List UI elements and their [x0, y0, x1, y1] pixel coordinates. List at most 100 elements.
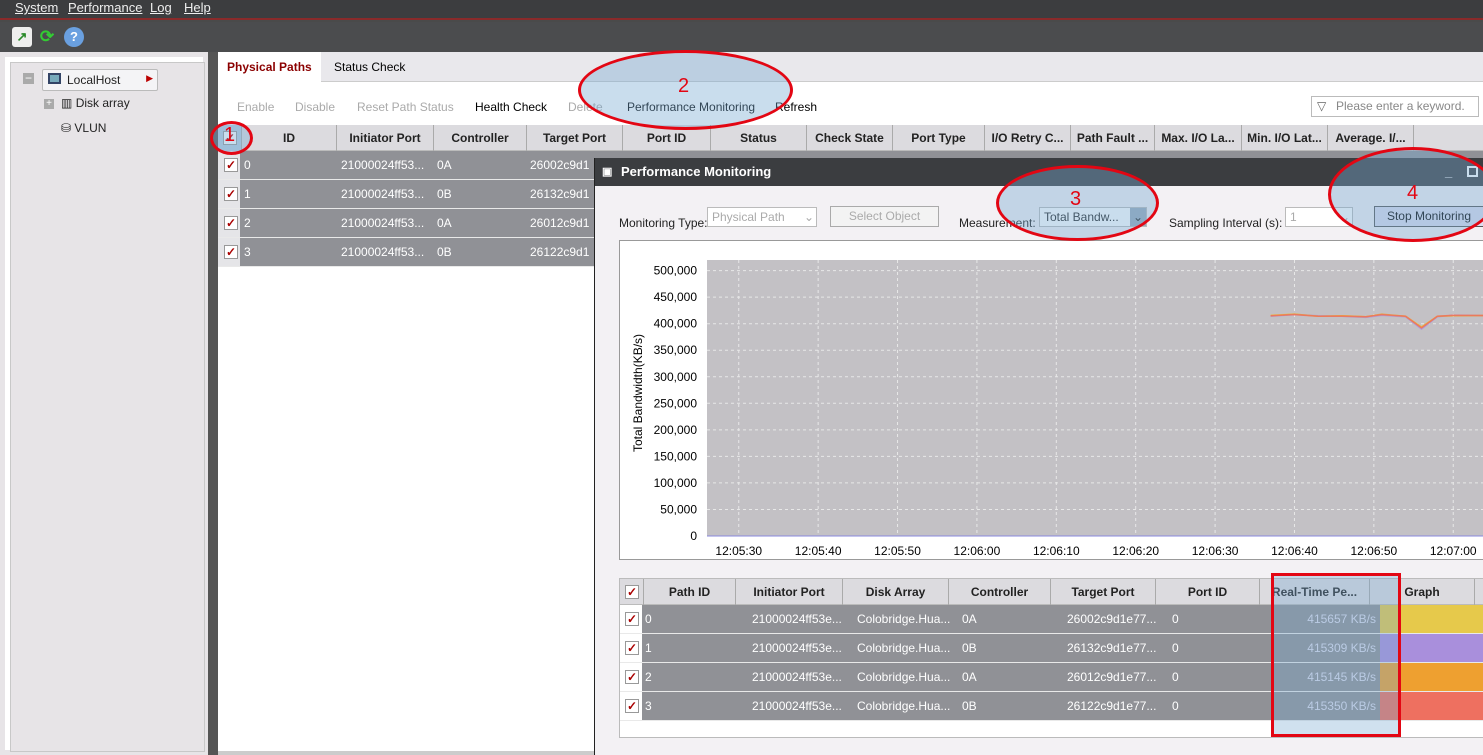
column-header[interactable]: ID	[242, 125, 337, 151]
y-tick-label: 0	[690, 529, 697, 543]
arrow-right-icon[interactable]: ▶	[146, 73, 153, 84]
tree-node-vlun[interactable]: ⛁ VLUN	[61, 121, 106, 135]
y-tick-label: 100,000	[654, 476, 698, 490]
menu-log[interactable]: Log	[150, 0, 172, 15]
column-header[interactable]: Initiator Port	[337, 125, 434, 151]
annotation-3: 3	[1070, 188, 1082, 210]
y-tick-label: 250,000	[654, 396, 698, 410]
column-header[interactable]: Initiator Port	[736, 579, 843, 605]
minimize-icon[interactable]: _	[1445, 158, 1452, 186]
table-cell: 26002c9d1	[530, 158, 590, 172]
row-checkbox[interactable]: ✓	[224, 187, 238, 201]
delete-button[interactable]: Delete	[568, 100, 603, 114]
column-header[interactable]: Min. I/O Lat...	[1242, 125, 1328, 151]
row-checkbox[interactable]: ✓	[224, 158, 238, 172]
row-checkbox-cell: ✓	[218, 180, 240, 208]
table-cell: Colobridge.Hua...	[857, 670, 951, 684]
column-header[interactable]: Port Type	[893, 125, 985, 151]
column-header[interactable]: I/O Retry C...	[985, 125, 1071, 151]
enable-button[interactable]: Enable	[237, 100, 274, 114]
table-cell: 26132c9d1e77...	[1067, 641, 1157, 655]
toolbar: ↗ ⟳ ?	[0, 22, 1483, 52]
annotation-4: 4	[1407, 182, 1419, 204]
table-cell: Colobridge.Hua...	[857, 699, 951, 713]
table-cell: 0A	[962, 612, 977, 626]
table-cell: 21000024ff53...	[341, 245, 425, 259]
menu-system[interactable]: System	[15, 0, 58, 15]
panel-splitter[interactable]	[208, 52, 218, 755]
sampling-interval-label: Sampling Interval (s):	[1169, 216, 1283, 230]
menu-help[interactable]: Help	[184, 0, 211, 15]
help-icon[interactable]: ?	[64, 27, 84, 47]
refresh-button[interactable]: Refresh	[775, 100, 817, 114]
tab-status-check[interactable]: Status Check	[325, 52, 414, 82]
row-checkbox[interactable]: ✓	[625, 641, 639, 655]
table-cell: 21000024ff53e...	[752, 670, 842, 684]
column-header[interactable]: Disk Array	[843, 579, 949, 605]
performance-chart-icon[interactable]: ↗	[12, 27, 32, 47]
table-cell: 0	[244, 158, 251, 172]
column-header[interactable]: Max. I/O La...	[1155, 125, 1242, 151]
x-tick-label: 12:07:00	[1430, 544, 1477, 558]
column-header[interactable]: Check State	[807, 125, 893, 151]
row-checkbox[interactable]: ✓	[224, 245, 238, 259]
menu-bar: System Performance Log Help	[0, 0, 1483, 20]
x-tick-label: 12:05:50	[874, 544, 921, 558]
tree-node-label: Disk array	[75, 96, 130, 110]
performance-monitoring-button[interactable]: Performance Monitoring	[627, 100, 755, 114]
column-header[interactable]: Target Port	[527, 125, 623, 151]
column-header[interactable]: Target Port	[1051, 579, 1156, 605]
refresh-icon[interactable]: ⟳	[37, 27, 57, 47]
reset-path-status-button[interactable]: Reset Path Status	[357, 100, 454, 114]
table-cell: 0	[1172, 641, 1179, 655]
column-header[interactable]: Controller	[434, 125, 527, 151]
column-header[interactable]: Status	[711, 125, 807, 151]
disable-button[interactable]: Disable	[295, 100, 335, 114]
row-checkbox-cell: ✓	[620, 634, 642, 662]
chart-icon: ▣	[602, 166, 613, 178]
menu-performance[interactable]: Performance	[68, 0, 142, 15]
disk-array-icon: ▥	[61, 96, 73, 110]
health-check-button[interactable]: Health Check	[475, 100, 547, 114]
tab-physical-paths[interactable]: Physical Paths	[218, 52, 321, 82]
row-checkbox[interactable]: ✓	[625, 699, 639, 713]
bandwidth-chart: 0 50,000 100,000 150,000 200,000 250,000 300,0…	[619, 240, 1483, 560]
sampling-interval-select[interactable]: 1 ⌄	[1285, 207, 1353, 227]
tree-node-localhost[interactable]: LocalHost ▶	[42, 69, 158, 91]
x-tick-label: 12:06:10	[1033, 544, 1080, 558]
table-cell: 1	[244, 187, 251, 201]
stop-monitoring-button[interactable]: Stop Monitoring	[1374, 206, 1483, 227]
table-cell: 26122c9d1e77...	[1067, 699, 1157, 713]
column-header[interactable]: Controller	[949, 579, 1051, 605]
column-header[interactable]: Average. I/...	[1328, 125, 1414, 151]
annotation-1: 1	[224, 124, 236, 146]
table-cell: 21000024ff53e...	[752, 641, 842, 655]
column-header[interactable]: Path ID	[644, 579, 736, 605]
select-all-checkbox[interactable]: ✓	[620, 579, 644, 605]
filter-icon: ▽	[1317, 99, 1327, 113]
table-cell: 0B	[437, 245, 452, 259]
select-value: Total Bandw...	[1044, 210, 1119, 224]
tree-node-disk-array[interactable]: ▥ Disk array	[61, 96, 130, 110]
table-cell: 0B	[962, 641, 977, 655]
table-cell: 2	[244, 216, 251, 230]
row-checkbox[interactable]: ✓	[625, 612, 639, 626]
select-object-button[interactable]: Select Object	[830, 206, 939, 227]
monitoring-type-select[interactable]: Physical Path ⌄	[707, 207, 817, 227]
y-tick-label: 400,000	[654, 317, 698, 331]
maximize-icon[interactable]	[1467, 166, 1478, 177]
table-cell: 0B	[962, 699, 977, 713]
column-header[interactable]: Port ID	[623, 125, 711, 151]
row-checkbox[interactable]: ✓	[224, 216, 238, 230]
device-tree: − LocalHost ▶ + ▥ Disk array ⛁ VLUN	[10, 62, 205, 752]
column-header[interactable]: Path Fault ...	[1071, 125, 1155, 151]
expand-icon[interactable]: +	[44, 99, 54, 109]
column-header[interactable]: Port ID	[1156, 579, 1260, 605]
row-checkbox[interactable]: ✓	[625, 670, 639, 684]
table-cell: 0A	[437, 158, 452, 172]
table-cell: 0A	[437, 216, 452, 230]
measurement-select[interactable]: Total Bandw... ⌄	[1039, 207, 1147, 227]
table-cell: 21000024ff53...	[341, 187, 425, 201]
search-input[interactable]: Please enter a keyword.	[1311, 96, 1479, 117]
collapse-icon[interactable]: −	[23, 72, 34, 84]
